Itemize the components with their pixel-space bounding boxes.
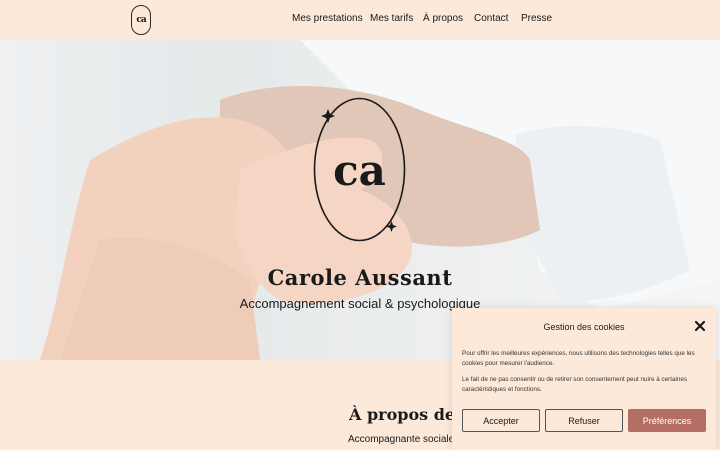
emblem-text: ca bbox=[333, 146, 386, 195]
site-header: ca Mes prestations Mes tarifs À propos C… bbox=[0, 0, 720, 40]
accept-button[interactable]: Accepter bbox=[462, 409, 540, 432]
cookie-consent-panel: Gestion des cookies Pour offrir les meil… bbox=[452, 308, 716, 450]
about-text: Accompagnante sociale & bbox=[348, 434, 464, 445]
refuse-button[interactable]: Refuser bbox=[545, 409, 623, 432]
logo-icon[interactable]: ca bbox=[131, 5, 151, 35]
cookie-title: Gestion des cookies bbox=[543, 322, 625, 332]
emblem-logo-icon: ca bbox=[313, 97, 406, 242]
close-icon[interactable] bbox=[694, 320, 706, 332]
preferences-button[interactable]: Préférences bbox=[628, 409, 706, 432]
nav-item-a-propos[interactable]: À propos bbox=[423, 13, 463, 24]
cookie-text-2: Le fait de ne pas consentir ou de retire… bbox=[462, 376, 688, 393]
hero-title: Carole Aussant bbox=[267, 265, 453, 290]
cookie-text-1: Pour offrir les meilleures expériences, … bbox=[462, 350, 695, 367]
nav-item-contact[interactable]: Contact bbox=[474, 13, 508, 24]
nav-item-tarifs[interactable]: Mes tarifs bbox=[370, 13, 413, 24]
logo-text: ca bbox=[136, 15, 146, 25]
nav-item-presse[interactable]: Presse bbox=[521, 13, 552, 24]
nav-item-prestations[interactable]: Mes prestations bbox=[292, 13, 363, 24]
